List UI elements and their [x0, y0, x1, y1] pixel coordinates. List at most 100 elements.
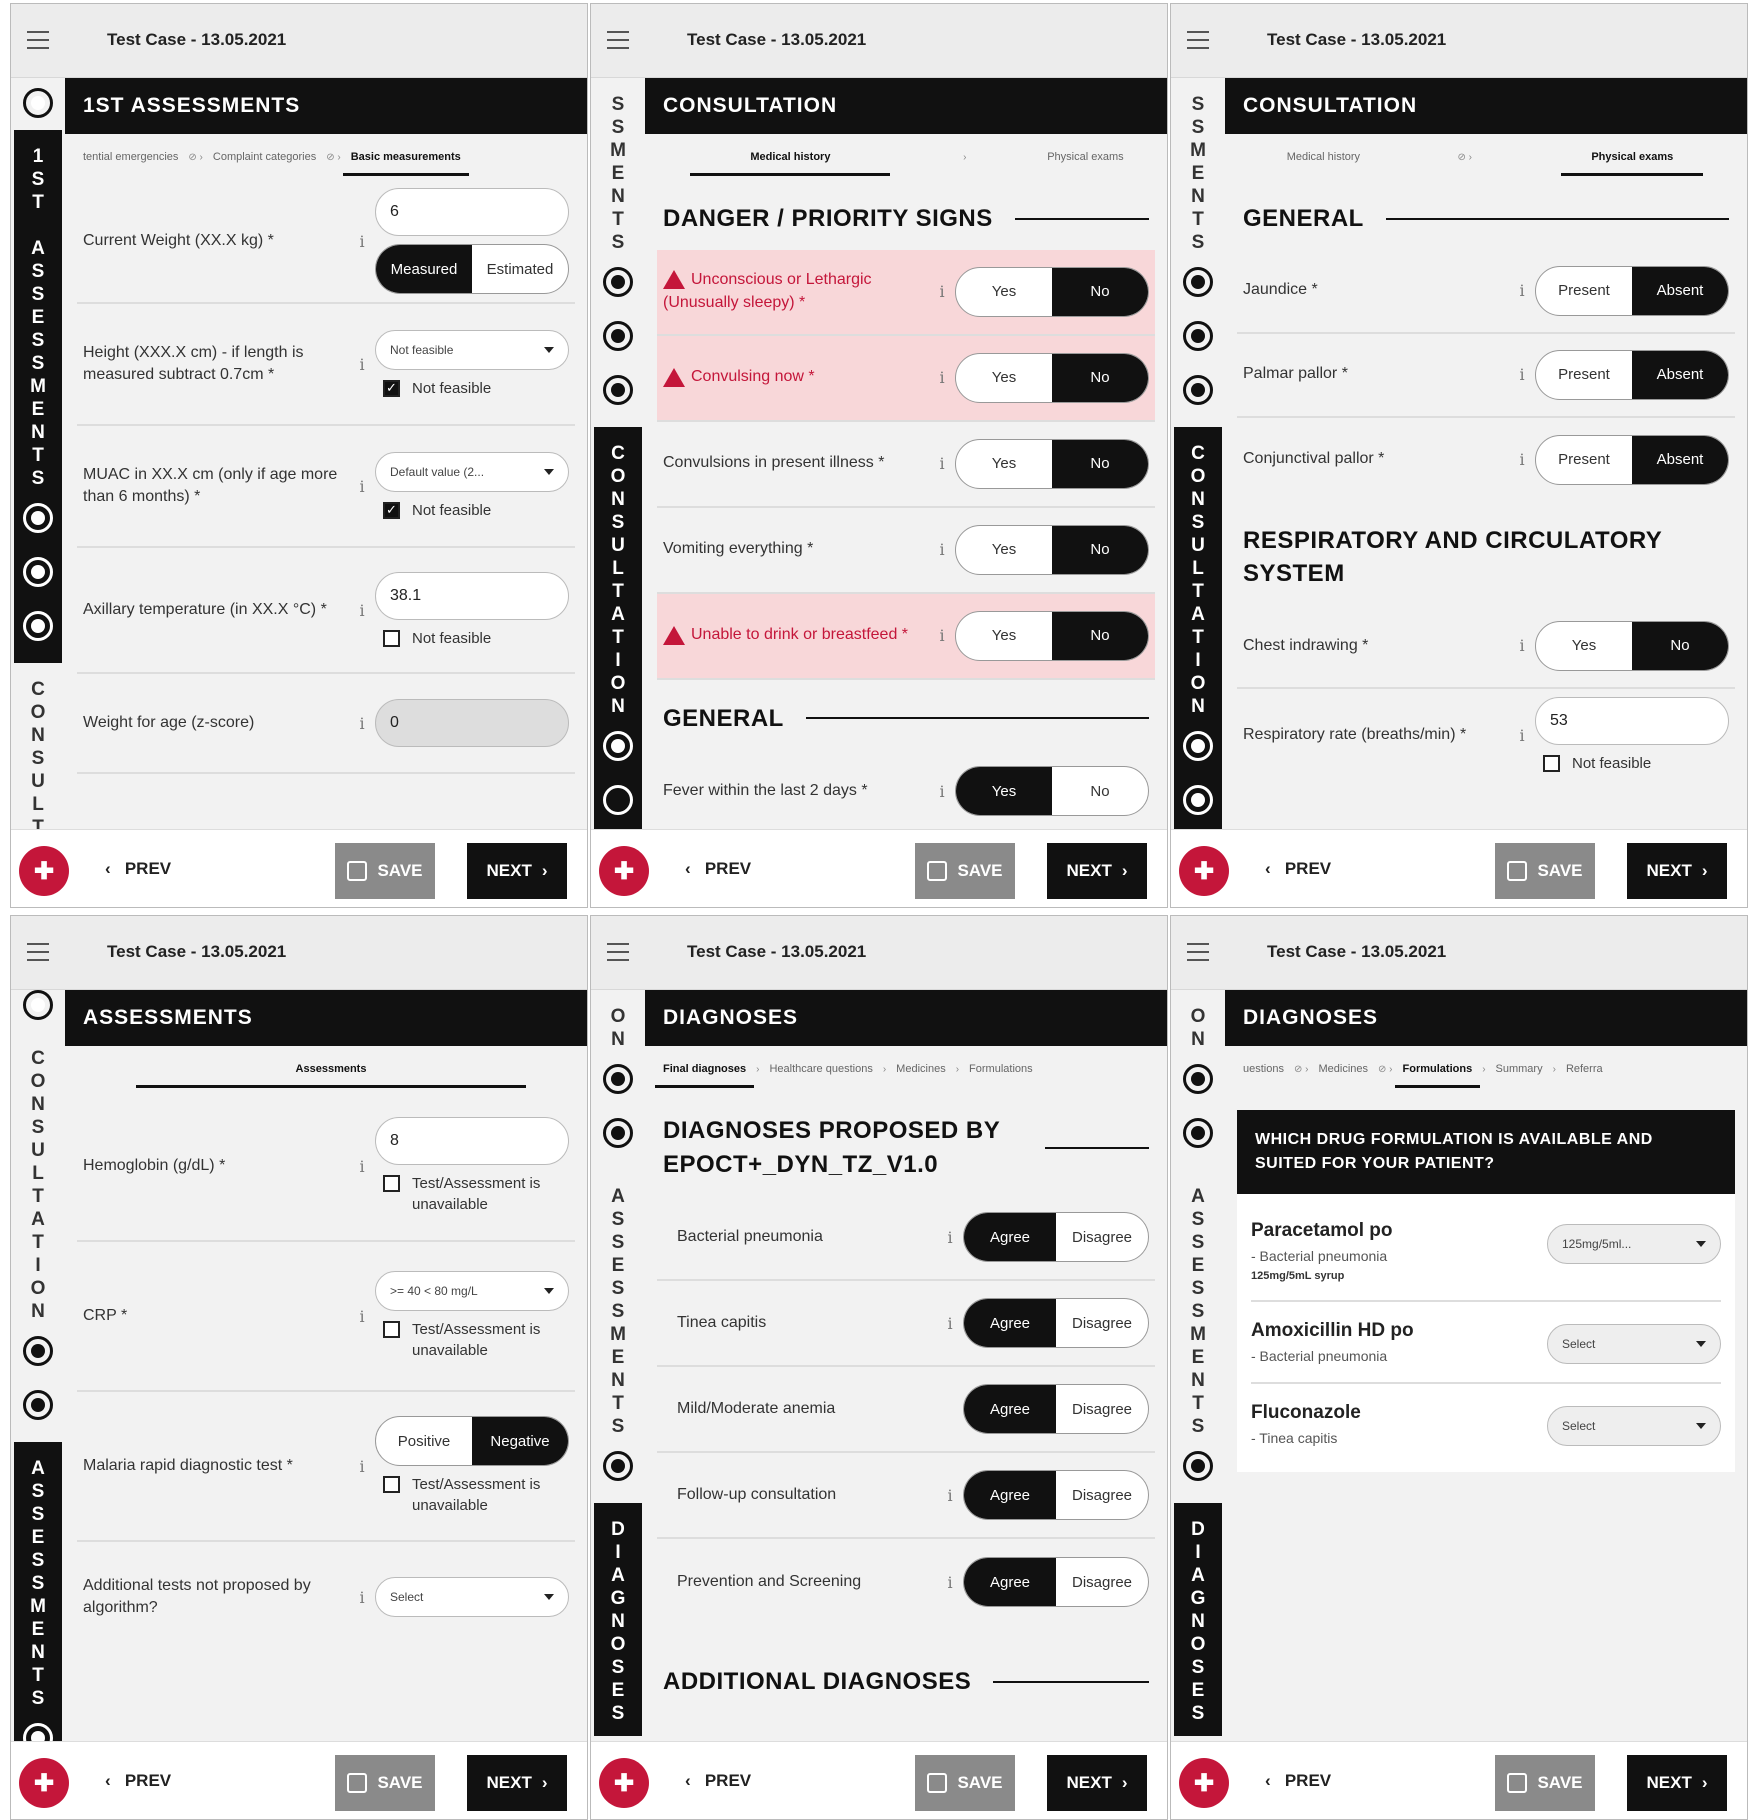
stage-consultation[interactable]: CONSULTATION — [14, 1032, 62, 1442]
info-icon[interactable]: i — [349, 1157, 375, 1176]
info-icon[interactable]: i — [937, 1573, 963, 1592]
yes-no-toggle[interactable]: Yes No — [1535, 620, 1729, 671]
no-option[interactable]: No — [1052, 767, 1148, 815]
save-button[interactable]: SAVE — [1495, 843, 1595, 899]
stage-assessments[interactable]: ASSESSMENTS — [1174, 1170, 1222, 1503]
tab-emergencies[interactable]: tential emergencies — [75, 134, 186, 180]
hamburger-menu-icon[interactable] — [1187, 31, 1209, 49]
info-icon[interactable]: i — [1509, 636, 1535, 655]
tab-medical-history[interactable]: Medical history — [690, 134, 891, 180]
prev-button[interactable]: ‹ PREV — [105, 859, 171, 879]
present-absent-toggle[interactable]: Present Absent — [1535, 349, 1729, 400]
stage-consultation[interactable]: CONSULTATION — [1174, 427, 1222, 835]
info-icon[interactable]: i — [349, 355, 375, 374]
tab-medicines[interactable]: Medicines — [888, 1046, 954, 1092]
agree-toggle[interactable]: Agree Disagree — [963, 1384, 1149, 1435]
stage-diagnoses[interactable]: DIAGNOSES — [594, 1503, 642, 1736]
no-option[interactable]: No — [1052, 611, 1148, 660]
next-button[interactable]: NEXT › — [467, 1755, 567, 1811]
unavailable-checkbox[interactable]: Test/Assessment is unavailable — [375, 1173, 569, 1215]
info-icon[interactable]: i — [929, 454, 955, 473]
hamburger-menu-icon[interactable] — [607, 31, 629, 49]
yes-option[interactable]: Yes — [956, 354, 1052, 402]
checkbox-empty-icon[interactable] — [1543, 754, 1560, 772]
save-button[interactable]: SAVE — [915, 843, 1015, 899]
tab-basic-measurements[interactable]: Basic measurements — [342, 134, 469, 180]
yes-option[interactable]: Yes — [1536, 622, 1632, 670]
info-icon[interactable]: i — [1509, 365, 1535, 384]
step-dot[interactable] — [603, 1064, 633, 1094]
prev-button[interactable]: ‹ PREV — [1265, 1771, 1331, 1791]
yes-option[interactable]: Yes — [956, 526, 1052, 574]
disagree-option[interactable]: Disagree — [1056, 1558, 1148, 1606]
checkbox-empty-icon[interactable] — [383, 629, 400, 647]
tab-complaint-categories[interactable]: Complaint categories — [205, 134, 324, 180]
info-icon[interactable]: i — [1509, 726, 1535, 745]
stage-1st-assessments[interactable]: 1ST ASSESSMENTS — [14, 130, 62, 663]
step-dot[interactable] — [603, 1118, 633, 1148]
hamburger-menu-icon[interactable] — [607, 943, 629, 961]
stage-assessments[interactable]: ASSESSMENTS — [594, 1170, 642, 1503]
agree-option[interactable]: Agree — [964, 1471, 1056, 1520]
step-dot[interactable] — [603, 375, 633, 405]
agree-toggle[interactable]: Agree Disagree — [963, 1557, 1149, 1608]
disagree-option[interactable]: Disagree — [1056, 1213, 1148, 1261]
step-dot[interactable] — [23, 990, 53, 1020]
no-option[interactable]: No — [1052, 525, 1148, 574]
not-feasible-checkbox[interactable]: Not feasible — [1535, 753, 1729, 774]
step-dot[interactable] — [23, 503, 53, 533]
agree-option[interactable]: Agree — [964, 1299, 1056, 1348]
step-dot[interactable] — [23, 611, 53, 641]
agree-toggle[interactable]: Agree Disagree — [963, 1212, 1149, 1263]
unavailable-checkbox[interactable]: Test/Assessment is unavailable — [375, 1319, 569, 1361]
step-dot[interactable] — [1183, 267, 1213, 297]
save-button[interactable]: SAVE — [915, 1755, 1015, 1811]
no-option[interactable]: No — [1632, 621, 1728, 670]
no-option[interactable]: No — [1052, 439, 1148, 488]
estimated-option[interactable]: Estimated — [472, 245, 568, 293]
info-icon[interactable]: i — [929, 282, 955, 301]
tab-referral[interactable]: Referra — [1558, 1046, 1611, 1092]
step-dot[interactable] — [23, 88, 53, 118]
stage-consultation[interactable]: CONSULTATION — [594, 427, 642, 835]
info-icon[interactable]: i — [349, 1588, 375, 1607]
info-icon[interactable]: i — [937, 1228, 963, 1247]
step-dot[interactable] — [603, 321, 633, 351]
info-icon[interactable]: i — [929, 540, 955, 559]
no-option[interactable]: No — [1052, 353, 1148, 402]
stage-assessments[interactable]: SSMENTS — [594, 78, 642, 427]
muac-select[interactable]: Default value (2... — [375, 451, 569, 492]
step-dot[interactable] — [1183, 785, 1213, 815]
present-absent-toggle[interactable]: Present Absent — [1535, 434, 1729, 485]
yes-option[interactable]: Yes — [956, 440, 1052, 488]
yes-no-toggle[interactable]: Yes No — [955, 438, 1149, 489]
checkbox-checked-icon[interactable]: ✓ — [383, 501, 400, 519]
step-dot[interactable] — [23, 1390, 53, 1420]
absent-option[interactable]: Absent — [1632, 350, 1728, 399]
tab-formulations[interactable]: Formulations — [961, 1046, 1041, 1092]
info-icon[interactable]: i — [349, 1457, 375, 1476]
respiratory-rate-input[interactable]: 53 — [1535, 696, 1729, 745]
not-feasible-checkbox[interactable]: ✓ Not feasible — [375, 378, 569, 399]
step-dot[interactable] — [1183, 1064, 1213, 1094]
positive-option[interactable]: Positive — [376, 1417, 472, 1465]
agree-toggle[interactable]: Agree Disagree — [963, 1298, 1149, 1349]
tab-formulations[interactable]: Formulations — [1394, 1046, 1481, 1092]
no-option[interactable]: No — [1052, 267, 1148, 316]
temperature-input[interactable]: 38.1 — [375, 571, 569, 620]
info-icon[interactable]: i — [929, 368, 955, 387]
yes-no-toggle[interactable]: Yes No — [955, 610, 1149, 661]
agree-option[interactable]: Agree — [964, 1213, 1056, 1262]
formulation-select[interactable]: 125mg/5ml... — [1547, 1224, 1721, 1264]
height-select[interactable]: Not feasible — [375, 329, 569, 370]
next-button[interactable]: NEXT › — [1627, 1755, 1727, 1811]
yes-no-toggle[interactable]: Yes No — [955, 266, 1149, 317]
yes-no-toggle[interactable]: Yes No — [955, 352, 1149, 403]
absent-option[interactable]: Absent — [1632, 435, 1728, 484]
agree-option[interactable]: Agree — [964, 1385, 1056, 1434]
prev-button[interactable]: ‹ PREV — [105, 1771, 171, 1791]
next-button[interactable]: NEXT › — [1047, 843, 1147, 899]
info-icon[interactable]: i — [929, 626, 955, 645]
present-option[interactable]: Present — [1536, 436, 1632, 484]
tab-medicines[interactable]: Medicines — [1310, 1046, 1376, 1092]
